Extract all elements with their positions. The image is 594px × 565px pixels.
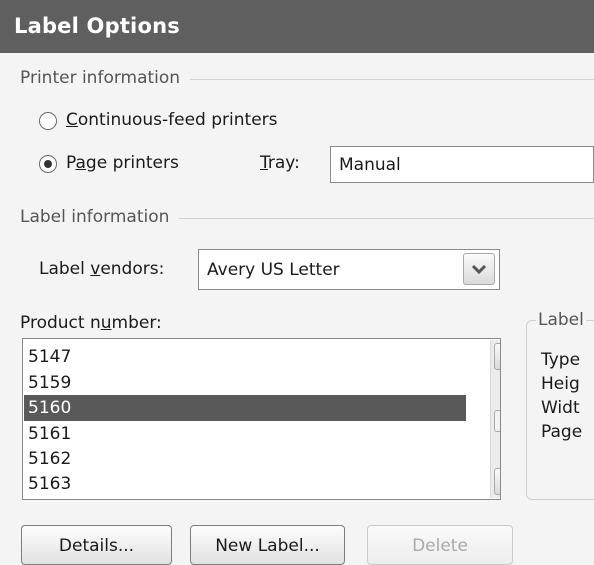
chevron-down-icon: [471, 264, 487, 275]
label-info-group-label: Label information: [20, 207, 180, 227]
title-bar: Label Options: [0, 0, 594, 53]
detail-page-label: Page: [541, 422, 583, 442]
detail-width-label: Widt: [541, 398, 580, 418]
chevron-down-icon: [495, 469, 501, 494]
list-item[interactable]: 5162: [24, 446, 466, 472]
radio-selected-dot: [44, 160, 52, 168]
printer-info-group-label: Printer information: [20, 68, 191, 88]
label-details-title: Label: [536, 310, 586, 330]
scroll-thumb[interactable]: [494, 410, 500, 432]
tray-value: Manual: [339, 155, 401, 175]
chevron-up-icon: [495, 344, 501, 369]
tray-field[interactable]: Manual: [330, 146, 594, 183]
label-vendors-dropdown[interactable]: Avery US Letter: [198, 249, 500, 290]
list-item-selected[interactable]: 5160: [24, 395, 466, 421]
page-printers-radio[interactable]: [39, 155, 57, 173]
scroll-up-button[interactable]: [494, 343, 501, 370]
new-label-button[interactable]: New Label...: [190, 525, 345, 565]
details-button[interactable]: Details...: [21, 525, 172, 565]
label-vendors-value: Avery US Letter: [207, 260, 340, 280]
label-vendors-dropdown-button[interactable]: [463, 253, 495, 285]
list-item[interactable]: 5161: [24, 421, 466, 447]
scroll-down-button[interactable]: [494, 468, 501, 495]
list-item[interactable]: 5159: [24, 370, 466, 396]
continuous-feed-label[interactable]: Continuous-feed printers: [66, 110, 278, 130]
dialog-title: Label Options: [14, 14, 180, 38]
detail-height-label: Heig: [541, 374, 580, 394]
product-number-label: Product number:: [20, 313, 162, 333]
list-item[interactable]: 5147: [24, 344, 466, 370]
continuous-feed-radio[interactable]: [39, 112, 57, 130]
delete-button[interactable]: Delete: [367, 525, 513, 565]
page-printers-label[interactable]: Page printers: [66, 153, 179, 173]
product-number-list[interactable]: 5147 5159 5160 5161 5162 5163: [22, 338, 501, 500]
detail-type-label: Type: [541, 350, 581, 370]
list-scrollbar[interactable]: [490, 340, 501, 498]
label-vendors-label: Label vendors:: [39, 259, 165, 279]
tray-label: Tray:: [260, 153, 300, 173]
list-item[interactable]: 5163: [24, 471, 466, 497]
